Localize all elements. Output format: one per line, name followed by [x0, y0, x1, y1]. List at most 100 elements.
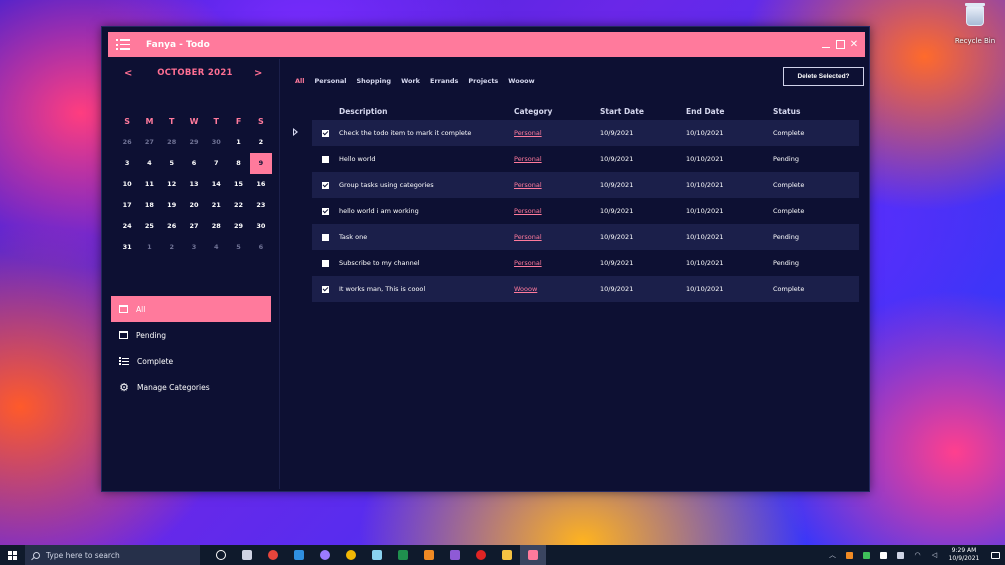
- calendar-day[interactable]: 26: [116, 132, 138, 153]
- sidebar-item-all[interactable]: All: [111, 296, 271, 322]
- calendar-day[interactable]: 31: [116, 237, 138, 258]
- row-selector[interactable]: [289, 146, 312, 172]
- calendar-day[interactable]: 25: [138, 216, 160, 237]
- calendar-day[interactable]: 28: [161, 132, 183, 153]
- calendar-day[interactable]: 30: [250, 216, 272, 237]
- calendar-next-button[interactable]: >: [254, 68, 262, 79]
- maximize-button[interactable]: [835, 40, 845, 50]
- calendar-day[interactable]: 24: [116, 216, 138, 237]
- calendar-day[interactable]: 19: [161, 195, 183, 216]
- sidebar-item-pending[interactable]: Pending: [111, 322, 271, 348]
- row-selector[interactable]: [289, 224, 312, 250]
- calendar-day[interactable]: 1: [138, 237, 160, 258]
- taskbar-app-button[interactable]: [208, 545, 234, 565]
- calendar-day[interactable]: 1: [227, 132, 249, 153]
- filter-tab-errands[interactable]: Errands: [430, 77, 458, 85]
- calendar-day[interactable]: 3: [183, 237, 205, 258]
- calendar-day[interactable]: 20: [183, 195, 205, 216]
- category-link[interactable]: Personal: [514, 181, 542, 189]
- calendar-day-selected[interactable]: 9: [249, 153, 272, 174]
- taskbar-app-button[interactable]: [312, 545, 338, 565]
- calendar-day[interactable]: 18: [138, 195, 160, 216]
- calendar-day[interactable]: 5: [227, 237, 249, 258]
- calendar-day[interactable]: 4: [138, 153, 160, 174]
- row-checkbox[interactable]: [322, 155, 329, 163]
- taskbar-app-button[interactable]: [468, 545, 494, 565]
- header-start-date[interactable]: Start Date: [600, 107, 686, 116]
- header-status[interactable]: Status: [773, 107, 859, 116]
- row-checkbox[interactable]: [322, 233, 329, 241]
- row-selector[interactable]: [289, 172, 312, 198]
- calendar-day[interactable]: 12: [161, 174, 183, 195]
- filter-tab-wooow[interactable]: Wooow: [508, 77, 534, 85]
- calendar-day[interactable]: 10: [116, 174, 138, 195]
- row-selector[interactable]: [289, 198, 312, 224]
- taskbar-app-button[interactable]: [286, 545, 312, 565]
- start-button[interactable]: [0, 545, 24, 565]
- calendar-day[interactable]: 16: [250, 174, 272, 195]
- table-row[interactable]: Subscribe to my channel Personal 10/9/2021…: [289, 250, 859, 276]
- calendar-day[interactable]: 27: [138, 132, 160, 153]
- calendar-day[interactable]: 3: [116, 153, 138, 174]
- tray-app-orange-icon[interactable]: [841, 551, 858, 559]
- sidebar-item-manage-categories[interactable]: ⚙ Manage Categories: [111, 374, 271, 400]
- category-link[interactable]: Personal: [514, 233, 542, 241]
- category-link[interactable]: Wooow: [514, 285, 537, 293]
- header-category[interactable]: Category: [514, 107, 600, 116]
- title-bar[interactable]: Fanya - Todo ✕: [108, 32, 865, 57]
- taskbar-app-button[interactable]: [234, 545, 260, 565]
- calendar-day[interactable]: 14: [205, 174, 227, 195]
- category-link[interactable]: Personal: [514, 129, 542, 137]
- wifi-icon[interactable]: ◠: [909, 551, 926, 559]
- calendar-day[interactable]: 28: [205, 216, 227, 237]
- header-end-date[interactable]: End Date: [686, 107, 773, 116]
- calendar-day[interactable]: 13: [183, 174, 205, 195]
- calendar-day[interactable]: 26: [161, 216, 183, 237]
- calendar-day[interactable]: 29: [183, 132, 205, 153]
- calendar-day[interactable]: 29: [227, 216, 249, 237]
- table-row[interactable]: hello world i am working Personal 10/9/202…: [289, 198, 859, 224]
- calendar-day[interactable]: 21: [205, 195, 227, 216]
- calendar-day[interactable]: 4: [205, 237, 227, 258]
- filter-tab-projects[interactable]: Projects: [468, 77, 498, 85]
- hamburger-menu-icon[interactable]: [116, 39, 130, 50]
- category-link[interactable]: Personal: [514, 207, 542, 215]
- row-checkbox[interactable]: [322, 129, 329, 137]
- calendar-day[interactable]: 23: [250, 195, 272, 216]
- category-link[interactable]: Personal: [514, 259, 542, 267]
- recycle-bin-desktop-icon[interactable]: Recycle Bin: [952, 3, 998, 47]
- close-button[interactable]: ✕: [849, 39, 859, 50]
- taskbar-app-button[interactable]: [260, 545, 286, 565]
- filter-tab-shopping[interactable]: Shopping: [356, 77, 391, 85]
- calendar-prev-button[interactable]: <: [124, 68, 132, 79]
- taskbar-app-button[interactable]: [494, 545, 520, 565]
- taskbar-app-button[interactable]: [364, 545, 390, 565]
- header-description[interactable]: Description: [339, 107, 514, 116]
- calendar-day[interactable]: 6: [250, 237, 272, 258]
- row-checkbox[interactable]: [322, 207, 329, 215]
- taskbar-search-box[interactable]: Type here to search: [25, 545, 200, 565]
- category-link[interactable]: Personal: [514, 155, 542, 163]
- row-selector[interactable]: [289, 120, 312, 146]
- tray-app-grid-icon[interactable]: [875, 551, 892, 559]
- calendar-day[interactable]: 27: [183, 216, 205, 237]
- security-icon[interactable]: [892, 551, 909, 559]
- row-checkbox[interactable]: [322, 181, 329, 189]
- calendar-day[interactable]: 11: [138, 174, 160, 195]
- calendar-day[interactable]: 7: [205, 153, 227, 174]
- filter-tab-work[interactable]: Work: [401, 77, 420, 85]
- filter-tab-all[interactable]: All: [295, 77, 305, 85]
- row-selector[interactable]: [289, 250, 312, 276]
- sidebar-item-complete[interactable]: Complete: [111, 348, 271, 374]
- calendar-day[interactable]: 22: [227, 195, 249, 216]
- table-row[interactable]: Task one Personal 10/9/2021 10/10/2021 Pendi…: [289, 224, 859, 250]
- chevron-up-icon[interactable]: ︿: [824, 550, 841, 560]
- row-checkbox[interactable]: [322, 285, 329, 293]
- calendar-day[interactable]: 2: [161, 237, 183, 258]
- row-selector[interactable]: [289, 276, 312, 302]
- calendar-day[interactable]: 30: [205, 132, 227, 153]
- calendar-day[interactable]: 15: [227, 174, 249, 195]
- filter-tab-personal[interactable]: Personal: [315, 77, 347, 85]
- calendar-day[interactable]: 5: [161, 153, 183, 174]
- table-row[interactable]: It works man, This is coool Wooow 10/9/202…: [289, 276, 859, 302]
